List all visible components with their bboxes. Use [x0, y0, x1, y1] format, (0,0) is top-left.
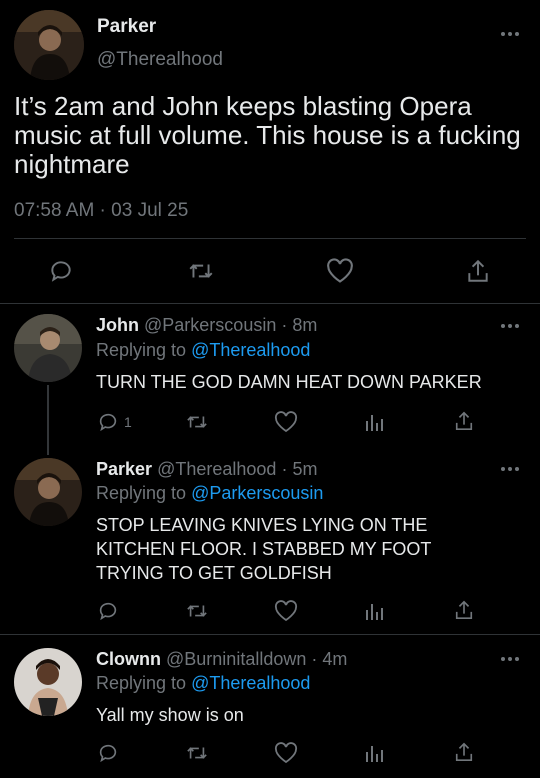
reply-header: Clownn @Burninitalldown · 4m — [96, 649, 347, 670]
author-name[interactable]: Parker — [97, 16, 156, 38]
reply-count: 1 — [124, 414, 132, 430]
reply-author-handle[interactable]: @Parkerscousin — [144, 315, 276, 335]
analytics-icon[interactable] — [364, 742, 384, 764]
replying-label: Replying to — [96, 483, 187, 503]
analytics-icon[interactable] — [364, 600, 384, 622]
tweet-timestamp[interactable]: 07:58 AM · 03 Jul 25 — [14, 200, 188, 222]
avatar-parker[interactable] — [14, 458, 82, 526]
reply-time: · 5m — [281, 459, 318, 479]
like-icon[interactable] — [326, 258, 354, 284]
more-icon[interactable] — [500, 30, 520, 38]
reply-icon[interactable] — [97, 411, 119, 433]
reply-icon[interactable] — [97, 742, 119, 764]
retweet-icon[interactable] — [185, 600, 209, 622]
tweet-text: It’s 2am and John keeps blasting Opera m… — [14, 91, 521, 179]
reply-author-handle[interactable]: @Therealhood — [157, 459, 276, 479]
share-icon[interactable] — [454, 599, 474, 621]
reply-header: John @Parkerscousin · 8m — [96, 315, 317, 336]
divider — [14, 238, 526, 239]
replying-to: Replying to @Therealhood — [96, 340, 310, 361]
reply-author-name[interactable]: Clownn — [96, 649, 161, 669]
reply-author-handle[interactable]: @Burninitalldown — [166, 649, 306, 669]
retweet-icon[interactable] — [185, 742, 209, 764]
reply-icon[interactable] — [97, 600, 119, 622]
replying-label: Replying to — [96, 340, 187, 360]
replying-to-link[interactable]: @Therealhood — [191, 340, 310, 360]
like-icon[interactable] — [274, 411, 298, 433]
retweet-icon[interactable] — [187, 258, 215, 284]
retweet-icon[interactable] — [185, 411, 209, 433]
more-icon[interactable] — [500, 655, 520, 663]
replying-label: Replying to — [96, 673, 187, 693]
like-icon[interactable] — [274, 742, 298, 764]
reply-time: · 4m — [311, 649, 348, 669]
more-icon[interactable] — [500, 465, 520, 473]
like-icon[interactable] — [274, 600, 298, 622]
avatar-clownn[interactable] — [14, 648, 82, 716]
replying-to: Replying to @Parkerscousin — [96, 483, 323, 504]
replying-to: Replying to @Therealhood — [96, 673, 310, 694]
reply-text: TURN THE GOD DAMN HEAT DOWN PARKER — [96, 372, 482, 392]
reply-time: · 8m — [281, 315, 318, 335]
avatar-john[interactable] — [14, 314, 82, 382]
author-handle[interactable]: @Therealhood — [97, 49, 223, 71]
reply-author-name[interactable]: John — [96, 315, 139, 335]
reply-author-name[interactable]: Parker — [96, 459, 152, 479]
analytics-icon[interactable] — [364, 411, 384, 433]
share-icon[interactable] — [466, 258, 490, 284]
share-icon[interactable] — [454, 410, 474, 432]
reply-text: STOP LEAVING KNIVES LYING ON THE KITCHEN… — [96, 515, 432, 583]
divider — [0, 634, 540, 635]
replying-to-link[interactable]: @Therealhood — [191, 673, 310, 693]
avatar-parker[interactable] — [14, 10, 84, 80]
divider — [0, 303, 540, 304]
reply-icon[interactable] — [48, 258, 74, 284]
replying-to-link[interactable]: @Parkerscousin — [191, 483, 323, 503]
reply-header: Parker @Therealhood · 5m — [96, 459, 317, 480]
thread-line — [47, 385, 49, 455]
more-icon[interactable] — [500, 322, 520, 330]
share-icon[interactable] — [454, 741, 474, 763]
reply-text: Yall my show is on — [96, 705, 244, 725]
